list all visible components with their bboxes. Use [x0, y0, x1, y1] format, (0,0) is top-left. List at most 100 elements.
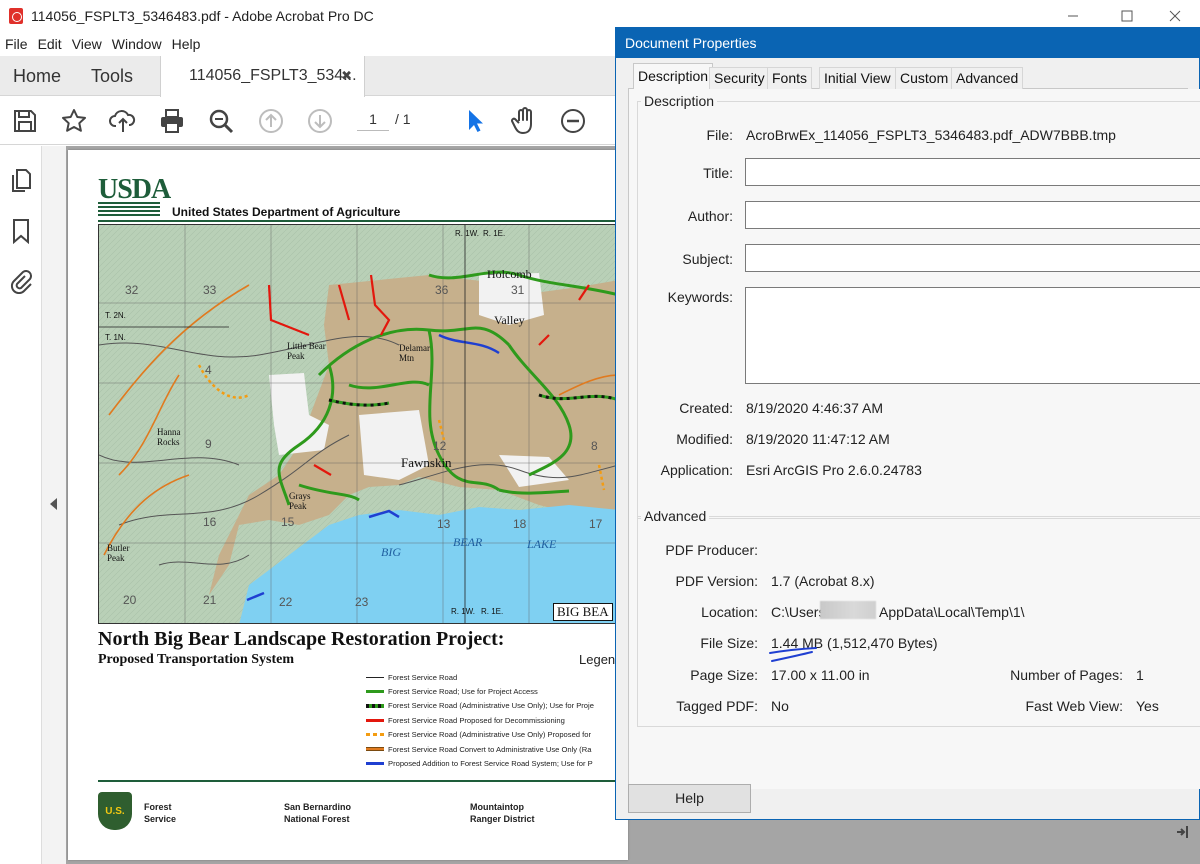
legend-label: Forest Service Road (Administrative Use … [388, 701, 594, 711]
footer-line: Ranger District [470, 814, 535, 824]
acrobat-window: 114056_FSPLT3_5346483.pdf - Adobe Acroba… [0, 0, 1200, 864]
footer-line: National Forest [284, 814, 350, 824]
file-label: File: [706, 127, 733, 143]
tab-advanced[interactable]: Advanced [951, 67, 1024, 89]
section-number: 32 [125, 283, 139, 297]
footer-line: San Bernardino [284, 802, 352, 812]
map-label-hanna-rocks: Hanna Rocks [157, 427, 181, 447]
author-field[interactable] [745, 201, 1200, 229]
help-button[interactable]: Help [628, 784, 751, 813]
section-number: 9 [205, 437, 212, 451]
section-number: 8 [591, 439, 598, 453]
pages-icon[interactable] [8, 168, 34, 194]
left-panel-toggle[interactable] [42, 146, 66, 864]
fast-web-view-value: Yes [1136, 698, 1159, 714]
select-cursor-icon[interactable] [461, 107, 489, 135]
redaction-blur [820, 601, 876, 619]
project-title: North Big Bear Landscape Restoration Pro… [98, 628, 505, 650]
number-of-pages-label: Number of Pages: [1010, 667, 1123, 683]
section-number: 20 [123, 593, 137, 607]
tagged-pdf-value: No [771, 698, 789, 714]
usda-logo-stripes [98, 202, 160, 218]
legend-swatch [366, 747, 384, 752]
keywords-label: Keywords: [667, 289, 733, 305]
legend-item: Forest Service Road (Administrative Use … [366, 728, 628, 742]
modified-label: Modified: [676, 431, 733, 447]
page-up-icon[interactable] [257, 107, 285, 135]
menu-file[interactable]: File [0, 33, 33, 55]
description-group-title: Description [641, 93, 718, 109]
page-size-value: 17.00 x 11.00 in [771, 667, 870, 683]
dialog-body: Description File: AcroBrwEx_114056_FSPLT… [628, 89, 1200, 789]
tab-tools[interactable]: Tools [91, 56, 133, 96]
star-icon[interactable] [60, 107, 88, 135]
title-field[interactable] [745, 158, 1200, 186]
section-number: 33 [203, 283, 217, 297]
dialog-tab-strip: Description Security Fonts Initial View … [628, 63, 1188, 90]
print-icon[interactable] [158, 107, 186, 135]
author-label: Author: [687, 208, 733, 224]
legend-item: Forest Service Road (Administrative Use … [366, 699, 628, 713]
map-label-range-1e: R. 1E. [483, 229, 506, 238]
tab-document-label: 114056_FSPLT3_534... [189, 67, 357, 84]
menu-edit[interactable]: Edit [33, 33, 67, 55]
subject-field[interactable] [745, 244, 1200, 272]
header-rule [98, 220, 618, 222]
legend-swatch [366, 762, 384, 766]
forest-service-shield-logo: U.S. [98, 792, 132, 830]
hand-icon[interactable] [510, 107, 538, 135]
created-label: Created: [679, 400, 733, 416]
section-number: 4 [205, 363, 212, 377]
left-navigation-rail [0, 146, 42, 864]
advanced-group-title: Advanced [641, 508, 710, 524]
legend-title: Legen [579, 652, 616, 667]
project-map: Holcomb Valley Fawnskin Delamar Mtn Litt… [98, 224, 618, 624]
tab-home[interactable]: Home [13, 56, 61, 96]
footer-line: Service [144, 814, 177, 824]
footer-line: Forest [144, 802, 172, 812]
cloud-upload-icon[interactable] [109, 107, 137, 135]
page-number-input[interactable]: 1 [357, 111, 389, 131]
map-label-big-bear-box: BIG BEA [553, 603, 613, 621]
location-value-end: AppData\Local\Temp\1\ [879, 604, 1025, 620]
chevron-left-icon [50, 498, 57, 510]
menu-bar: File Edit View Window Help [0, 33, 205, 55]
footer-line: Mountaintop [470, 802, 524, 812]
footer-rule [98, 780, 618, 782]
legend-swatch [366, 676, 384, 678]
zoom-search-icon[interactable] [207, 107, 235, 135]
page-down-icon[interactable] [306, 107, 334, 135]
keywords-field[interactable] [745, 287, 1200, 384]
section-number: 13 [437, 517, 451, 531]
save-icon[interactable] [11, 107, 39, 135]
project-subtitle: Proposed Transportation System [98, 652, 295, 667]
tab-close-icon[interactable]: ✖ [341, 56, 352, 96]
legend-swatch [366, 733, 384, 737]
attachment-icon[interactable] [8, 268, 34, 294]
map-label-range-1w: R. 1W. [455, 229, 480, 238]
tab-custom[interactable]: Custom [895, 67, 954, 89]
right-panel-toggle-icon[interactable] [1170, 820, 1194, 844]
tab-initial-view[interactable]: Initial View [819, 67, 896, 89]
tab-security[interactable]: Security [709, 67, 770, 89]
section-number: 15 [281, 515, 295, 529]
file-value: AcroBrwEx_114056_FSPLT3_5346483.pdf_ADW7… [746, 127, 1116, 143]
map-label-bear: BEAR [453, 535, 483, 549]
page-count: / 1 [395, 111, 411, 127]
zoom-out-icon[interactable] [559, 107, 587, 135]
menu-window[interactable]: Window [107, 33, 167, 55]
map-label-lake: LAKE [527, 537, 557, 551]
tagged-pdf-label: Tagged PDF: [676, 698, 758, 714]
map-label-fawnskin: Fawnskin [401, 455, 452, 470]
tab-description[interactable]: Description [633, 63, 714, 90]
legend-label: Forest Service Road Proposed for Decommi… [388, 715, 565, 725]
tab-document[interactable]: 114056_FSPLT3_534... ✖ [160, 56, 365, 97]
legend-swatch [366, 690, 384, 694]
menu-help[interactable]: Help [167, 33, 206, 55]
section-number: 16 [203, 515, 217, 529]
legend-item: Forest Service Road Proposed for Decommi… [366, 713, 628, 727]
title-label: Title: [703, 165, 733, 181]
tab-fonts[interactable]: Fonts [767, 67, 813, 89]
bookmark-icon[interactable] [8, 218, 34, 244]
menu-view[interactable]: View [67, 33, 107, 55]
